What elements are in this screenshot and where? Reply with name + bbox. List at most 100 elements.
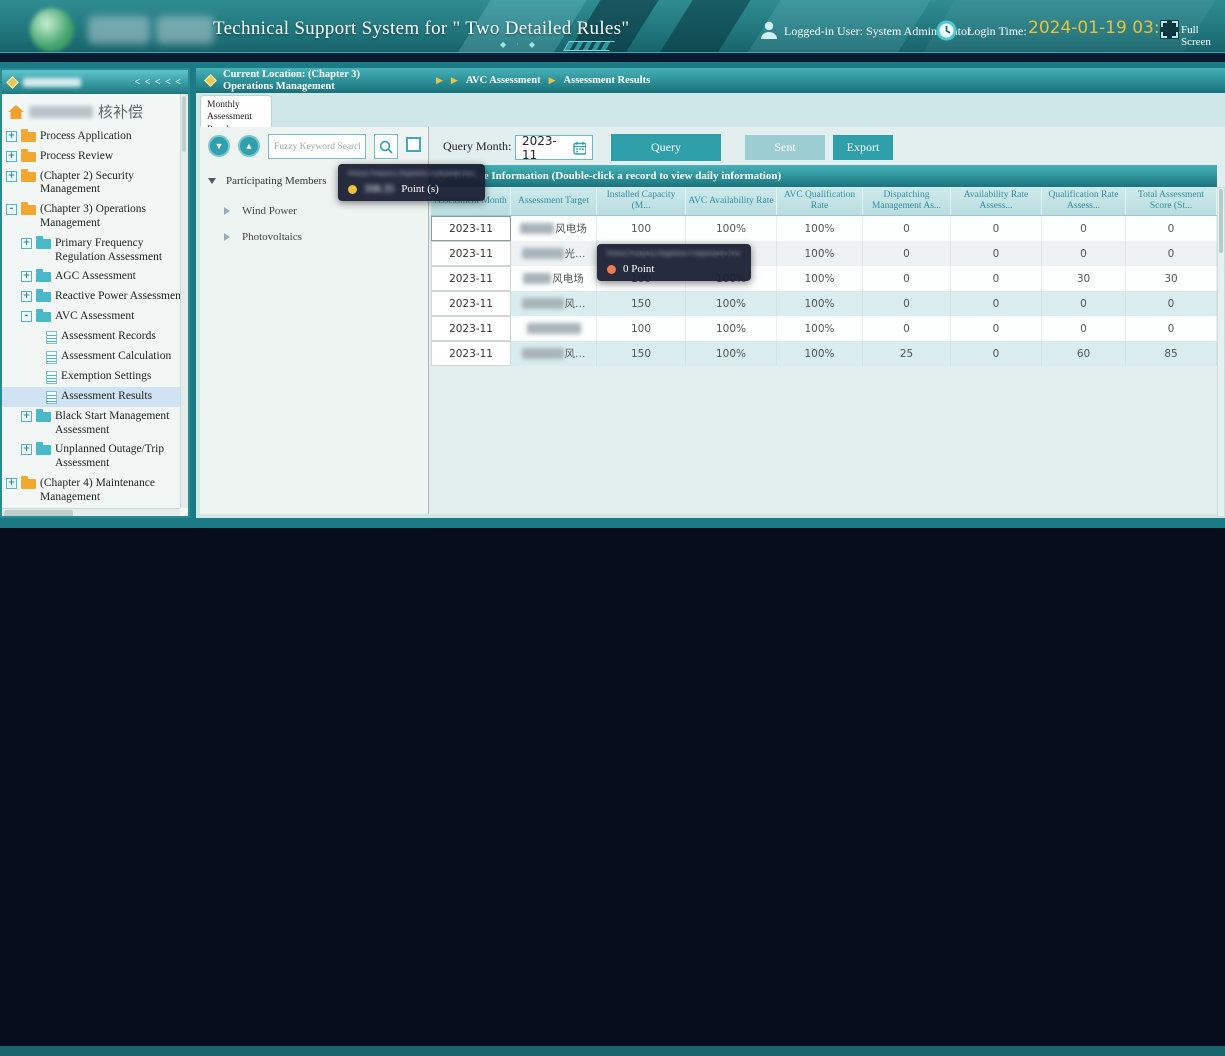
document-icon (46, 351, 57, 364)
search-icon (379, 140, 393, 154)
expand-plus-icon[interactable]: + (21, 444, 32, 455)
expand-plus-icon[interactable]: + (21, 238, 32, 249)
cell-value: 100 (597, 216, 686, 241)
folder-icon (21, 172, 36, 182)
cell-value: 0 (1126, 241, 1217, 266)
column-header-2[interactable]: Assessment Target (511, 187, 597, 215)
cell-value: 0 (951, 216, 1042, 241)
chart-tooltip: Primary Frequency Regulation Compensatio… (597, 244, 751, 281)
sidebar-item[interactable]: +AGC Assessment (2, 267, 188, 287)
members-root-node[interactable]: Participating Members (208, 175, 327, 187)
column-header-6[interactable]: Dispatching Management As... (863, 187, 951, 215)
chevron-right-icon (224, 233, 230, 241)
sidebar-item-label: Exemption Settings (61, 370, 151, 384)
cell-assessment-target: 光… (511, 241, 597, 266)
expand-plus-icon[interactable]: + (6, 478, 17, 489)
tooltip-value: 0 Point (623, 263, 654, 275)
cell-value: 0 (863, 316, 951, 341)
sidebar-tree-container: 核补偿 +Process Application+Process Review+… (2, 94, 188, 516)
cell-value: 0 (1042, 241, 1126, 266)
cell-value: 150 (597, 291, 686, 316)
sidebar-item[interactable]: Assessment Calculation (2, 347, 188, 367)
expand-plus-icon[interactable]: + (6, 131, 17, 142)
cell-assessment-month: 2023-11 (431, 316, 511, 341)
cell-assessment-month: 2023-11 (431, 266, 511, 291)
expand-plus-icon[interactable]: + (6, 171, 17, 182)
target-name-redacted (522, 298, 564, 309)
members-root-label: Participating Members (226, 175, 327, 187)
sidebar-item[interactable]: +(Chapter 2) Security Management (2, 167, 188, 201)
sidebar-item[interactable]: +Unplanned Outage/Trip Assessment (2, 440, 188, 474)
header-decoration: ◆ · ◆ (500, 40, 539, 49)
column-header-7[interactable]: Availability Rate Assess... (951, 187, 1042, 215)
sidebar-item[interactable]: Assessment Records (2, 327, 188, 347)
sidebar-item[interactable]: +Reactive Power Assessment (2, 287, 188, 307)
table-vertical-scrollbar[interactable] (1217, 187, 1225, 517)
target-name-visible: 风电场 (552, 271, 584, 286)
expand-plus-icon[interactable]: + (21, 411, 32, 422)
members-item-wind-power[interactable]: Wind Power (224, 205, 297, 217)
search-input[interactable] (268, 134, 366, 159)
sidebar-item[interactable]: -(Chapter 3) Operations Management (2, 200, 188, 234)
export-button[interactable]: Export (833, 135, 893, 160)
expand-plus-icon[interactable]: + (21, 271, 32, 282)
sidebar-item[interactable]: +(Chapter 4) Maintenance Management (2, 474, 188, 508)
cell-value: 0 (951, 291, 1042, 316)
search-button[interactable] (374, 134, 398, 159)
column-header-4[interactable]: AVC Availability Rate (686, 187, 777, 215)
fullscreen-icon[interactable] (1160, 20, 1179, 39)
chevron-down-icon (208, 178, 216, 184)
select-checkbox[interactable] (406, 137, 421, 152)
sidebar-item[interactable]: +Process Application (2, 127, 188, 147)
sidebar-horizontal-scrollbar[interactable] (2, 508, 180, 516)
sidebar-item[interactable]: Assessment Results (2, 387, 188, 407)
bottom-bar (0, 1046, 1225, 1056)
sidebar-item[interactable]: +Primary Frequency Regulation Assessment (2, 234, 188, 268)
sidebar-header[interactable]: < < < < < (2, 70, 188, 94)
user-icon (760, 20, 778, 40)
column-header-5[interactable]: AVC Qualification Rate (777, 187, 863, 215)
sidebar-item[interactable]: -AVC Assessment (2, 307, 188, 327)
collapse-all-button[interactable]: ▲ (238, 135, 260, 157)
sidebar-item[interactable]: Exemption Settings (2, 367, 188, 387)
breadcrumb-avc-assessment[interactable]: AVC Assessment (466, 75, 541, 86)
series-dot-icon (348, 185, 357, 194)
sent-button[interactable]: Sent (745, 135, 825, 160)
members-item-photovoltaics[interactable]: Photovoltaics (224, 231, 302, 243)
tab-monthly-assessment-results[interactable]: MonthlyAssessment Results (200, 95, 272, 127)
folder-icon (36, 272, 51, 282)
tooltip-row: 398.35Point (s) (348, 183, 475, 195)
breadcrumb-arrow-icon: ▶ (549, 75, 556, 86)
table-row[interactable]: 2023-11100100%100%0000 (431, 316, 1217, 341)
expand-plus-icon[interactable]: + (6, 151, 17, 162)
column-header-3[interactable]: Installed Capacity (M... (597, 187, 686, 215)
expand-all-button[interactable]: ▼ (208, 135, 230, 157)
sidebar-item[interactable]: +Process Review (2, 147, 188, 167)
chart-tooltip: Primary Frequency Regulation Assessment … (338, 164, 485, 201)
breadcrumb-assessment-results[interactable]: Assessment Results (564, 75, 651, 86)
table-row[interactable]: 2023-11风电场100100%100%0000 (431, 216, 1217, 241)
sidebar-root-node[interactable]: 核补偿 (2, 94, 188, 127)
query-month-input[interactable]: 2023-11 (515, 135, 593, 160)
browse-information-header: Browse Information (Double-click a recor… (429, 165, 1217, 187)
fullscreen-label[interactable]: Full Screen (1181, 24, 1225, 48)
target-name-redacted (522, 248, 564, 259)
column-header-8[interactable]: Qualification Rate Assess... (1042, 187, 1126, 215)
sidebar-item[interactable]: +Black Start Management Assessment (2, 407, 188, 441)
sidebar-title-redacted (23, 78, 81, 87)
table-row[interactable]: 2023-11风…150100%100%2506085 (431, 341, 1217, 366)
sidebar-vertical-scrollbar[interactable] (180, 94, 188, 508)
table-row[interactable]: 2023-11风电场100100%100%003030 (431, 266, 1217, 291)
sidebar-collapse-arrows[interactable]: < < < < < (135, 77, 183, 88)
cell-assessment-target: 风电场 (511, 266, 597, 291)
table-row[interactable]: 2023-11光…200100%100%0000 (431, 241, 1217, 266)
query-button[interactable]: Query (611, 134, 721, 161)
folder-icon (21, 205, 36, 215)
table-row[interactable]: 2023-11风…150100%100%0000 (431, 291, 1217, 316)
expand-minus-icon[interactable]: - (6, 204, 17, 215)
column-header-9[interactable]: Total Assessment Score (St... (1126, 187, 1217, 215)
expand-plus-icon[interactable]: + (21, 291, 32, 302)
cell-assessment-month: 2023-11 (431, 291, 511, 316)
expand-minus-icon[interactable]: - (21, 311, 32, 322)
cell-value: 0 (1042, 316, 1126, 341)
